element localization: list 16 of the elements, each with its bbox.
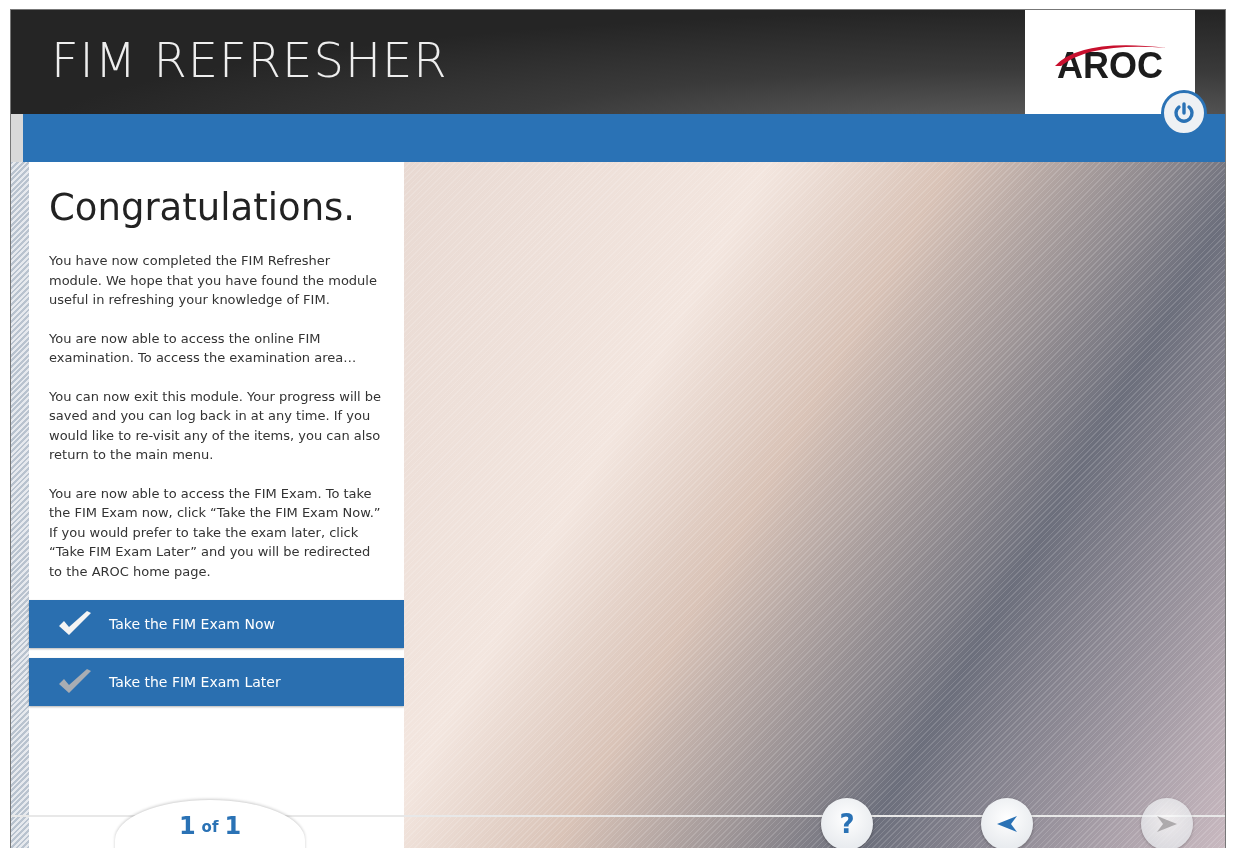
option-button[interactable]: Take the FIM Exam Later — [29, 658, 404, 706]
left-arrow-icon — [997, 816, 1017, 832]
paragraph: You are now able to access the FIM Exam. To take the FIM Exam now, click “Take the FIM Exam Now.” If you would prefer to take the exam later, click “Take FIM Exam Later” and you will be redirected to the AROC home page. — [49, 484, 382, 581]
checkmark-icon — [57, 610, 93, 638]
paragraph: You are now able to access the online FIM examination. To access the examination area… — [49, 329, 358, 367]
paragraph: You can now exit this module. Your progress will be saved and you can log back in at any time. If you would like to re-visit any of the items, you can also return to the main menu. — [49, 387, 383, 464]
help-button[interactable]: ? — [821, 798, 873, 848]
back-button[interactable] — [981, 798, 1033, 848]
option-button[interactable]: Take the FIM Exam Now — [29, 600, 404, 648]
paragraph: You have now completed the FIM Refresher module. We hope that you have found the module useful in refreshing your knowledge of FIM. — [49, 252, 378, 309]
logo: AROC — [1025, 10, 1195, 114]
right-arrow-icon — [1157, 816, 1177, 832]
course-title: FIM REFRESHER — [51, 32, 448, 88]
heading: Congratulations. — [49, 186, 357, 229]
power-icon — [1173, 102, 1195, 124]
checkmark-icon — [57, 668, 93, 696]
